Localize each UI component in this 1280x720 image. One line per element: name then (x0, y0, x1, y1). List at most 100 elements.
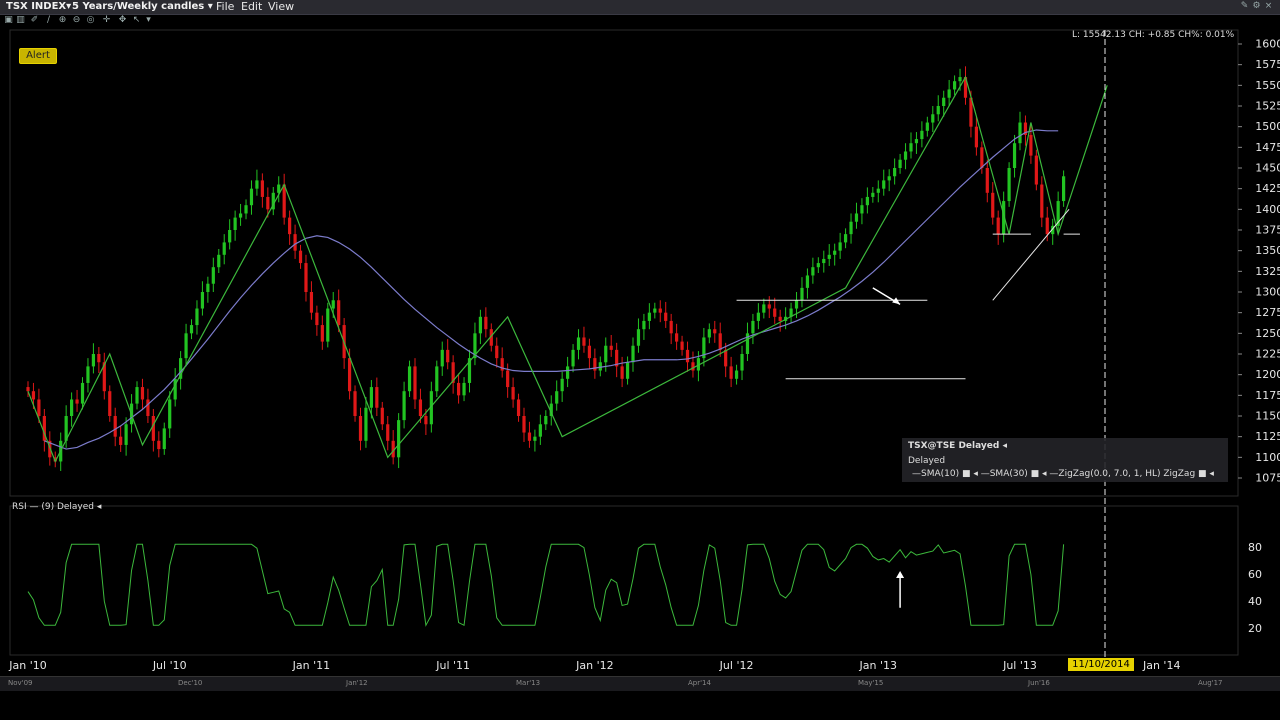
candle-body (37, 399, 41, 416)
candle-body (773, 308, 777, 317)
candle-body (713, 329, 717, 334)
time-tick-label: Jan '10 (8, 659, 46, 672)
candle-body (217, 254, 221, 268)
candle-body (991, 192, 995, 218)
drawn-lines (736, 209, 1080, 380)
candlestick-series (26, 66, 1066, 471)
candle-body (364, 407, 368, 441)
candle-body (800, 287, 804, 301)
candle-body (756, 312, 760, 321)
candle-body (206, 283, 210, 292)
legend-title[interactable]: TSX@TSE Delayed ◂ (908, 441, 1007, 451)
price-tick-label: 11500.0 (1255, 410, 1280, 423)
price-axis: 16000.0 15750.0 15500.0 15250.0 15000.0 14750… (1238, 38, 1280, 485)
candle-body (734, 370, 739, 379)
cursor-date-label: 11/10/2014 (1068, 658, 1134, 671)
price-tick-label: 16000.0 (1255, 38, 1280, 51)
price-tick-label: 12250.0 (1255, 348, 1280, 361)
candle-body (293, 234, 297, 251)
nav-label: Jan'12 (346, 679, 368, 687)
candle-body (538, 424, 542, 437)
candle-body (31, 391, 36, 400)
candle-body (184, 333, 188, 359)
time-tick-label: Jul '13 (1002, 659, 1037, 672)
candle-body (80, 382, 85, 404)
price-tick-label: 11250.0 (1255, 430, 1280, 443)
candle-body (642, 320, 646, 330)
candle-body (718, 333, 722, 350)
candle-body (228, 230, 232, 243)
price-panel-frame (9, 29, 1239, 497)
rsi-tick-label: 40 (1248, 595, 1262, 608)
candle-body (854, 213, 859, 222)
candle-body (805, 275, 810, 288)
price-readout: L: 15542.13 CH: +0.85 CH%: 0.01% (1072, 30, 1235, 40)
rsi-tick-label: 20 (1248, 622, 1262, 635)
candle-body (691, 362, 695, 371)
rsi-annotation-arrowhead (896, 571, 905, 578)
price-grid (9, 29, 1239, 656)
candle-body (658, 308, 662, 313)
candle-body (440, 349, 444, 367)
candle-body (195, 308, 199, 326)
candle-body (533, 436, 537, 441)
candle-body (571, 349, 575, 367)
candle-body (582, 337, 586, 346)
candle-body (211, 267, 215, 284)
candle-body (849, 221, 853, 235)
candle-body (1029, 134, 1033, 156)
price-chart[interactable]: 16000.0 15750.0 15500.0 15250.0 15000.0 14750… (0, 0, 1280, 690)
candle-body (914, 139, 919, 144)
rsi-panel: 80 60 40 20 (27, 541, 1262, 635)
nav-label: Aug'17 (1198, 679, 1223, 687)
candle-body (625, 362, 630, 379)
zigzag-path (27, 75, 1108, 463)
candle-body (70, 399, 74, 416)
zigzag-line (27, 75, 1108, 463)
candle-body (925, 122, 929, 131)
chart-legend: TSX@TSE Delayed ◂ Delayed —SMA(10) ■ ◂ —… (902, 438, 1228, 482)
candle-body (631, 345, 635, 363)
candle-body (86, 366, 90, 383)
candle-body (326, 308, 330, 342)
candle-body (151, 416, 155, 441)
candle-body (369, 387, 373, 408)
candle-body (119, 436, 123, 445)
candle-body (860, 205, 864, 214)
price-tick-label: 15750.0 (1255, 58, 1280, 71)
candle-body (484, 316, 488, 330)
candle-body (162, 428, 166, 450)
candle-body (931, 114, 935, 123)
candle-body (97, 354, 101, 363)
candle-body (544, 416, 548, 425)
candle-body (865, 196, 869, 206)
candle-body (320, 325, 324, 342)
candle-body (380, 407, 384, 425)
candle-body (511, 387, 515, 400)
price-tick-label: 14750.0 (1255, 141, 1280, 154)
candle-body (516, 399, 521, 416)
candle-body (827, 254, 831, 259)
candle-body (751, 320, 755, 334)
price-tick-label: 11750.0 (1255, 389, 1280, 402)
candle-body (506, 370, 510, 388)
alert-button[interactable]: Alert (19, 48, 57, 64)
price-tick-label: 15500.0 (1255, 79, 1280, 92)
candle-body (604, 345, 608, 363)
legend-subtitle: Delayed (908, 456, 946, 466)
candle-body (958, 77, 962, 82)
legend-studies[interactable]: —SMA(10) ■ ◂ —SMA(30) ■ ◂ —ZigZag(0.0, 7… (912, 469, 1214, 479)
navigator-bar[interactable]: Nov'09 Dec'10 Jan'12 Mar'13 Apr'14 May'1… (0, 676, 1280, 691)
candle-body (375, 387, 379, 408)
candle-body (255, 180, 259, 189)
candle-body (947, 89, 951, 98)
candle-body (244, 205, 248, 214)
price-tick-label: 14500.0 (1255, 162, 1280, 175)
rsi-header[interactable]: RSI — (9) Delayed ◂ (12, 502, 101, 512)
candle-body (309, 292, 314, 313)
time-tick-label: Jul '12 (719, 659, 754, 672)
candle-body (200, 292, 205, 309)
nav-label: Nov'09 (8, 679, 33, 687)
candle-body (91, 354, 96, 367)
candle-body (724, 349, 728, 367)
